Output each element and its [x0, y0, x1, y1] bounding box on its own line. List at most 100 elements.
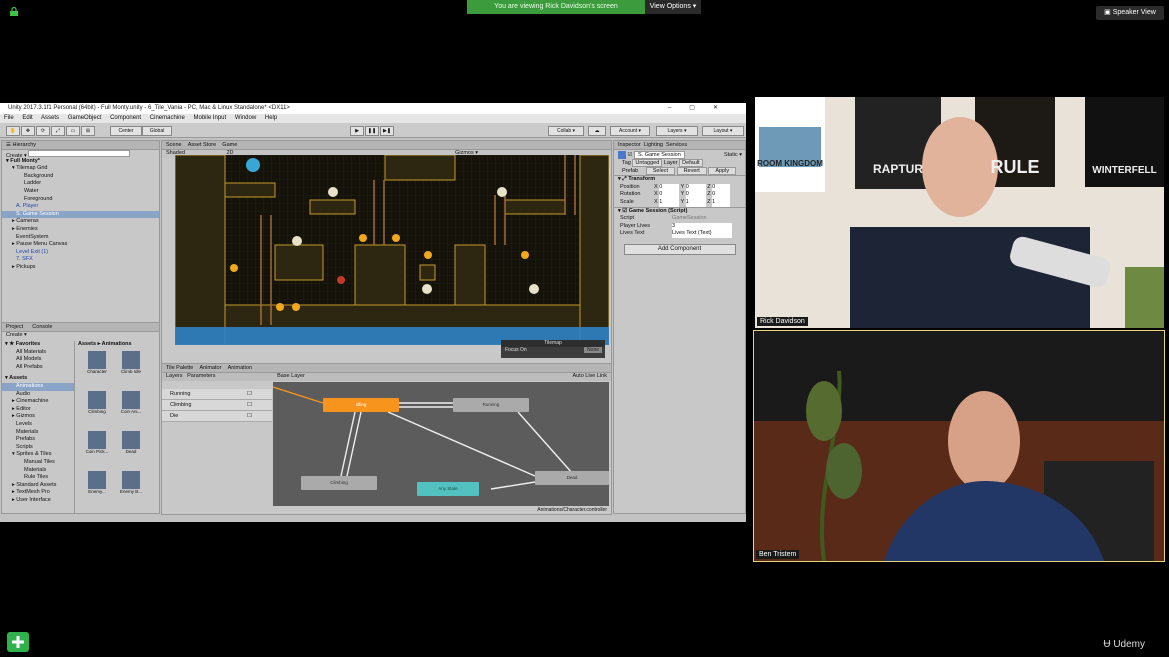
window-controls[interactable]: –▢✕: [668, 103, 736, 114]
hierarchy-item[interactable]: Level Exit (1): [2, 249, 159, 257]
tab-services[interactable]: Services: [666, 142, 687, 148]
auto-live-link-button[interactable]: Auto Live Link: [572, 373, 607, 381]
shared-screen-unity-editor[interactable]: Unity 2017.3.1f1 Personal (64bit) - Full…: [0, 103, 746, 522]
add-component-button[interactable]: Add Component: [623, 243, 736, 255]
video-tile-ben-active-speaker[interactable]: Ben Tristem: [753, 330, 1165, 562]
position-z-field[interactable]: 0: [712, 183, 731, 192]
animator-parameters-tab[interactable]: Parameters: [187, 373, 215, 379]
scale-z-field[interactable]: 1: [712, 198, 731, 207]
state-any-state[interactable]: Any State: [417, 482, 479, 496]
hierarchy-item[interactable]: ▸ Pickups: [2, 264, 159, 272]
hierarchy-item[interactable]: Ladder: [2, 180, 159, 188]
menu-window[interactable]: Window: [235, 115, 256, 121]
position-y-field[interactable]: 0: [685, 183, 706, 192]
hierarchy-item[interactable]: Background: [2, 173, 159, 181]
script-component-header[interactable]: ▾ ☑ Game Session (Script): [614, 206, 745, 216]
checkbox-icon[interactable]: ☐: [247, 411, 252, 421]
base-layer-breadcrumb[interactable]: Base Layer: [277, 373, 305, 379]
tab-animation[interactable]: Animation: [228, 365, 252, 371]
folder-item[interactable]: ▾ Sprites & Tiles: [2, 451, 74, 459]
checkbox-icon[interactable]: ☐: [247, 400, 252, 410]
menu-help[interactable]: Help: [265, 115, 277, 121]
state-running[interactable]: Running: [453, 398, 529, 412]
tab-scene[interactable]: Scene: [166, 142, 182, 148]
tab-project[interactable]: Project: [6, 324, 23, 330]
asset-tile[interactable]: Climbing: [80, 391, 114, 414]
hierarchy-item[interactable]: EventSystem: [2, 234, 159, 242]
hierarchy-item-selected[interactable]: S. Game Session: [2, 210, 159, 219]
folder-item[interactable]: ▸ Standard Assets: [2, 482, 74, 490]
tab-inspector[interactable]: Inspector: [618, 142, 641, 148]
menu-gameobject[interactable]: GameObject: [68, 115, 102, 121]
hierarchy-create-button[interactable]: Create ▾: [2, 150, 159, 159]
folder-item[interactable]: Manual Tiles: [2, 459, 74, 467]
transform-tool-icon[interactable]: ⊞: [81, 126, 95, 136]
transform-header[interactable]: ▾ ⤢ Transform: [614, 175, 745, 184]
parameter-row[interactable]: Climbing ☐: [162, 400, 272, 411]
menu-cinemachine[interactable]: Cinemachine: [150, 115, 185, 121]
menu-edit[interactable]: Edit: [22, 115, 32, 121]
tab-asset-store[interactable]: Asset Store: [188, 142, 216, 148]
assets-header[interactable]: ▾ Assets: [2, 375, 74, 383]
tab-lighting[interactable]: Lighting: [644, 142, 663, 148]
asset-tile[interactable]: Enemy B...: [114, 471, 148, 494]
layer-dropdown[interactable]: Default: [679, 159, 703, 167]
folder-item[interactable]: Audio: [2, 391, 74, 399]
animator-graph[interactable]: Idling Running Climbing Any State Dead: [273, 382, 609, 506]
video-tile-rick[interactable]: ROOM KINGDOM RAPTUR RULE WINTERFELL Rick…: [755, 97, 1164, 328]
favorites-item[interactable]: All Prefabs: [2, 364, 74, 372]
asset-tile[interactable]: Coin Ani...: [114, 391, 148, 414]
speaker-view-button[interactable]: ▣ Speaker View: [1096, 6, 1164, 20]
parameter-row[interactable]: Die ☐: [162, 411, 272, 422]
favorites-header[interactable]: ▾ ★ Favorites: [2, 341, 74, 349]
hierarchy-search-input[interactable]: [28, 150, 131, 157]
focus-on-dropdown[interactable]: None: [584, 347, 602, 353]
tag-dropdown[interactable]: Untagged: [632, 159, 663, 167]
play-icon[interactable]: ▶: [350, 126, 364, 136]
asset-tile[interactable]: Climb Idle: [114, 351, 148, 374]
state-climbing[interactable]: Climbing: [301, 476, 377, 490]
tab-animator[interactable]: Animator: [199, 365, 221, 371]
menu-mobile-input[interactable]: Mobile Input: [193, 115, 226, 121]
account-button[interactable]: Account ▾: [610, 126, 650, 136]
static-toggle[interactable]: Static ▾: [724, 150, 742, 160]
hand-tool-icon[interactable]: ✋: [6, 126, 20, 136]
prefab-select-button[interactable]: Select: [645, 166, 676, 175]
pivot-global-button[interactable]: Global: [142, 126, 172, 136]
tab-game[interactable]: Game: [222, 142, 237, 148]
object-name-field[interactable]: S. Game Session: [634, 151, 685, 159]
animator-layers-tab[interactable]: Layers: [166, 373, 183, 379]
asset-tile[interactable]: Enemy...: [80, 471, 114, 494]
tab-tile-palette[interactable]: Tile Palette: [166, 365, 193, 371]
checkbox-icon[interactable]: ☐: [247, 389, 252, 399]
folder-item[interactable]: Materials: [2, 467, 74, 475]
folder-item-selected[interactable]: Animations: [2, 382, 74, 391]
rotation-z-field[interactable]: 0: [712, 191, 731, 199]
folder-item[interactable]: Scripts: [2, 444, 74, 452]
scene-viewport[interactable]: [174, 154, 610, 346]
folder-item[interactable]: ▸ Editor: [2, 406, 74, 414]
folder-item[interactable]: ▸ TextMesh Pro: [2, 489, 74, 497]
prefab-apply-button[interactable]: Apply: [708, 166, 737, 175]
pivot-center-button[interactable]: Center: [110, 126, 142, 136]
rect-tool-icon[interactable]: ▭: [66, 126, 80, 136]
hierarchy-item[interactable]: Water: [2, 188, 159, 196]
player-lives-field[interactable]: 3: [672, 222, 732, 231]
favorites-item[interactable]: All Materials: [2, 349, 74, 357]
menu-component[interactable]: Component: [110, 115, 141, 121]
lives-text-field[interactable]: Lives Text (Text): [672, 230, 732, 238]
hierarchy-item[interactable]: A. Player: [2, 203, 159, 211]
hierarchy-tab[interactable]: ☰ Hierarchy: [2, 141, 159, 150]
parameter-row[interactable]: Running ☐: [162, 389, 272, 400]
pause-icon[interactable]: ❚❚: [365, 126, 379, 136]
hierarchy-item[interactable]: 7. SFX: [2, 256, 159, 264]
rotation-y-field[interactable]: 0: [685, 191, 706, 199]
state-idling[interactable]: Idling: [323, 398, 399, 412]
position-x-field[interactable]: 0: [659, 183, 680, 192]
share-plus-icon[interactable]: [7, 632, 29, 652]
folder-item[interactable]: ▸ User Interface: [2, 497, 74, 505]
rotate-tool-icon[interactable]: ⟳: [36, 126, 50, 136]
asset-tile[interactable]: Dead: [114, 431, 148, 454]
prefab-revert-button[interactable]: Revert: [676, 166, 707, 175]
folder-item[interactable]: Rule Tiles: [2, 474, 74, 482]
